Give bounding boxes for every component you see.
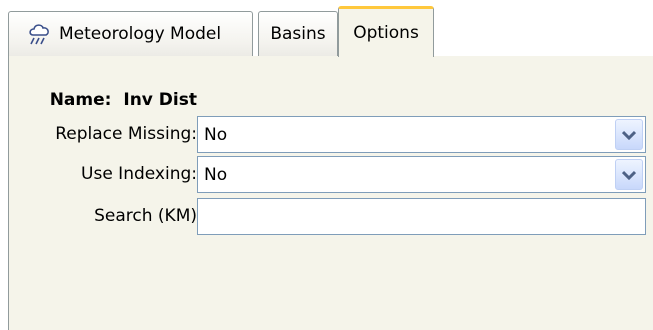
replace-missing-select[interactable]: No: [197, 116, 646, 153]
search-km-input[interactable]: [197, 198, 646, 235]
options-panel: Name: Inv Dist Replace Missing: No Use I…: [8, 56, 653, 330]
component-editor: Meteorology Model Basins Options Name: I…: [0, 0, 653, 330]
weather-cloud-rain-icon: [27, 21, 53, 47]
search-km-label: Search (KM): [94, 206, 197, 226]
replace-missing-label: Replace Missing:: [55, 124, 197, 144]
name-value: Inv Dist: [123, 90, 197, 110]
tab-meteorology-model-label: Meteorology Model: [59, 24, 222, 44]
chevron-down-icon: [621, 125, 637, 145]
use-indexing-label: Use Indexing:: [81, 164, 197, 184]
use-indexing-value: No: [204, 164, 228, 185]
tab-strip: Meteorology Model Basins Options: [8, 0, 653, 57]
tab-basins[interactable]: Basins: [258, 11, 338, 56]
chevron-down-icon: [621, 165, 637, 185]
replace-missing-value: No: [204, 124, 228, 145]
name-row: Name: Inv Dist: [9, 90, 197, 110]
use-indexing-select[interactable]: No: [197, 156, 646, 193]
name-label: Name:: [49, 90, 112, 110]
tab-options-label: Options: [353, 23, 419, 43]
replace-missing-dropdown-button[interactable]: [615, 119, 643, 150]
tab-meteorology-model[interactable]: Meteorology Model: [8, 11, 253, 56]
tab-options[interactable]: Options: [338, 6, 434, 57]
use-indexing-dropdown-button[interactable]: [615, 159, 643, 190]
tab-basins-label: Basins: [270, 24, 326, 44]
